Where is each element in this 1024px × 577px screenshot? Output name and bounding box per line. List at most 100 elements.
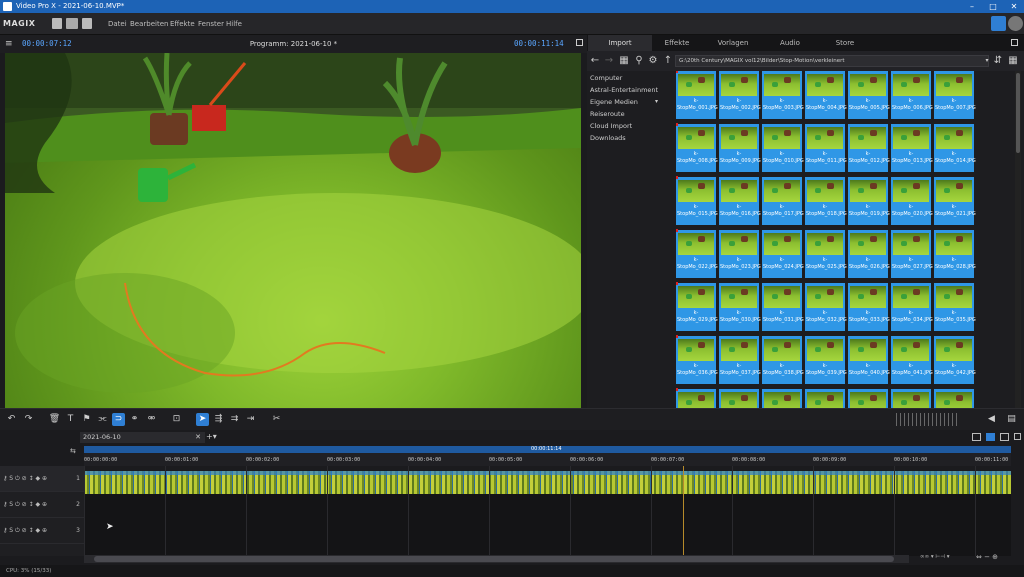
- media-thumbnail[interactable]: k-StopMo_030.JPG: [719, 283, 761, 331]
- view-mode-icon[interactable]: ▦: [618, 55, 630, 67]
- redo-icon[interactable]: ↷: [22, 413, 35, 426]
- media-thumbnail[interactable]: [762, 389, 802, 408]
- folder-downloads[interactable]: Downloads: [590, 134, 626, 142]
- media-thumbnail[interactable]: k-StopMo_042.JPG: [934, 336, 976, 384]
- scissors-icon[interactable]: ✂: [270, 413, 283, 426]
- trim-tool-icon[interactable]: ⇥: [244, 413, 257, 426]
- zoom-controls-icon[interactable]: ⇔ − ⊕: [976, 553, 998, 561]
- split-icon[interactable]: ⫘: [96, 413, 109, 426]
- timeline-scrollbar[interactable]: [84, 555, 909, 563]
- folder-computer[interactable]: Computer: [590, 74, 622, 82]
- delete-icon[interactable]: 🗑: [48, 413, 61, 426]
- timeline-fullscreen-icon[interactable]: [1014, 433, 1021, 440]
- media-thumbnail[interactable]: k-StopMo_012.JPG: [848, 124, 890, 172]
- ripple-tool-icon[interactable]: ⇶: [212, 413, 225, 426]
- media-thumbnail[interactable]: [805, 389, 845, 408]
- fullscreen-icon[interactable]: [576, 39, 583, 46]
- undo-icon[interactable]: ↶: [5, 413, 18, 426]
- media-thumbnail[interactable]: k-StopMo_004.JPG: [805, 71, 847, 119]
- media-thumbnail[interactable]: k-StopMo_009.JPG: [719, 124, 761, 172]
- media-thumbnail[interactable]: [848, 389, 888, 408]
- up-folder-icon[interactable]: ↑: [662, 55, 674, 67]
- back-arrow-icon[interactable]: ←: [589, 55, 601, 67]
- chain-icon[interactable]: ⚭: [128, 413, 141, 426]
- tab-store[interactable]: Store: [819, 35, 871, 51]
- media-thumbnail[interactable]: k-StopMo_035.JPG: [934, 283, 976, 331]
- media-thumbnail[interactable]: k-StopMo_011.JPG: [805, 124, 847, 172]
- close-tab-icon[interactable]: ✕: [195, 432, 201, 443]
- media-thumbnail[interactable]: [934, 389, 974, 408]
- track-controls-icon[interactable]: ⚷ S ⏻ ⊘ ↕ ◆ ⊕: [3, 475, 47, 483]
- mixer-icon[interactable]: ▤: [1005, 413, 1018, 426]
- media-thumbnail[interactable]: k-StopMo_005.JPG: [848, 71, 890, 119]
- playback-range-bar[interactable]: 00:00:11:14: [84, 446, 1011, 453]
- menu-datei[interactable]: Datei: [108, 20, 127, 28]
- marker-icon[interactable]: ⚑: [80, 413, 93, 426]
- media-thumbnail[interactable]: k-StopMo_010.JPG: [762, 124, 804, 172]
- folder-reiseroute[interactable]: Reiseroute: [590, 110, 625, 118]
- menu-hilfe[interactable]: Hilfe: [226, 20, 242, 28]
- multi-track-icon[interactable]: ⇉: [228, 413, 241, 426]
- timeline-view-icon[interactable]: [986, 433, 995, 441]
- media-thumbnail[interactable]: k-StopMo_001.JPG: [676, 71, 718, 119]
- media-thumbnail[interactable]: k-StopMo_033.JPG: [848, 283, 890, 331]
- media-thumbnail[interactable]: [719, 389, 759, 408]
- media-thumbnail[interactable]: k-StopMo_015.JPG: [676, 176, 718, 225]
- chevron-down-icon[interactable]: ▾: [655, 98, 658, 105]
- forward-arrow-icon[interactable]: →: [603, 55, 615, 67]
- media-thumbnail[interactable]: k-StopMo_029.JPG: [676, 282, 718, 331]
- zoom-level[interactable]: ∞∞ ▾ ⊢⊣ ▾: [920, 554, 950, 560]
- tab-effekte[interactable]: Effekte: [653, 35, 701, 51]
- storyboard-view-icon[interactable]: [972, 433, 981, 441]
- media-thumbnail[interactable]: k-StopMo_038.JPG: [762, 336, 804, 384]
- timeline-tab[interactable]: 2021-06-10 ✕: [80, 432, 205, 443]
- media-thumbnail[interactable]: k-StopMo_032.JPG: [805, 283, 847, 331]
- media-thumbnail[interactable]: k-StopMo_023.JPG: [719, 230, 761, 278]
- media-thumbnail[interactable]: k-StopMo_025.JPG: [805, 230, 847, 278]
- media-thumbnail[interactable]: k-StopMo_006.JPG: [891, 71, 933, 119]
- media-thumbnail[interactable]: k-StopMo_008.JPG: [676, 123, 718, 172]
- unlink-icon[interactable]: ⚮: [145, 413, 158, 426]
- settings-circle-icon[interactable]: [1008, 16, 1023, 31]
- video-frame[interactable]: [5, 53, 581, 410]
- empty-tracks[interactable]: [84, 494, 1011, 556]
- media-thumbnail[interactable]: k-StopMo_018.JPG: [805, 177, 847, 225]
- media-thumbnail[interactable]: [676, 388, 716, 408]
- media-scrollbar[interactable]: [1015, 71, 1021, 408]
- pointer-tool-icon[interactable]: ➤: [196, 413, 209, 426]
- media-thumbnail[interactable]: k-StopMo_027.JPG: [891, 230, 933, 278]
- media-thumbnail[interactable]: k-StopMo_028.JPG: [934, 230, 976, 278]
- media-thumbnail[interactable]: k-StopMo_016.JPG: [719, 177, 761, 225]
- menu-effekte[interactable]: Effekte: [170, 20, 195, 28]
- speaker-icon[interactable]: ◀: [985, 413, 998, 426]
- media-thumbnail[interactable]: k-StopMo_002.JPG: [719, 71, 761, 119]
- help-pin-icon[interactable]: [991, 16, 1006, 31]
- media-thumbnail[interactable]: k-StopMo_022.JPG: [676, 229, 718, 278]
- media-thumbnail[interactable]: k-StopMo_014.JPG: [934, 124, 976, 172]
- folder-eigene-medien[interactable]: Eigene Medien: [590, 98, 638, 106]
- gear-icon[interactable]: ⚙: [647, 55, 659, 67]
- media-thumbnail[interactable]: k-StopMo_026.JPG: [848, 230, 890, 278]
- menu-fenster[interactable]: Fenster: [198, 20, 224, 28]
- media-thumbnail[interactable]: [891, 389, 931, 408]
- save-icon[interactable]: [82, 18, 92, 29]
- menu-bearbeiten[interactable]: Bearbeiten: [130, 20, 168, 28]
- media-thumbnail[interactable]: k-StopMo_017.JPG: [762, 177, 804, 225]
- media-thumbnail[interactable]: k-StopMo_024.JPG: [762, 230, 804, 278]
- media-thumbnail[interactable]: k-StopMo_007.JPG: [934, 71, 976, 119]
- media-thumbnail[interactable]: k-StopMo_003.JPG: [762, 71, 804, 119]
- track-header-1[interactable]: ⚷ S ⏻ ⊘ ↕ ◆ ⊕ 1: [0, 466, 84, 492]
- folder-cloud-import[interactable]: Cloud Import: [590, 122, 632, 130]
- tab-vorlagen[interactable]: Vorlagen: [705, 35, 761, 51]
- media-thumbnail[interactable]: k-StopMo_013.JPG: [891, 124, 933, 172]
- track-header-3[interactable]: ⚷ S ⏻ ⊘ ↕ ◆ ⊕ 3: [0, 518, 84, 544]
- media-thumbnail[interactable]: k-StopMo_020.JPG: [891, 177, 933, 225]
- media-thumbnail[interactable]: k-StopMo_040.JPG: [848, 336, 890, 384]
- track-controls-icon[interactable]: ⚷ S ⏻ ⊘ ↕ ◆ ⊕: [3, 501, 47, 509]
- media-thumbnail[interactable]: k-StopMo_037.JPG: [719, 336, 761, 384]
- media-thumbnail[interactable]: k-StopMo_039.JPG: [805, 336, 847, 384]
- new-file-icon[interactable]: [52, 18, 62, 29]
- close-button[interactable]: ✕: [1004, 0, 1024, 13]
- path-field[interactable]: G:\20th Century\MAGIX vol12\Bilder\Stop-…: [675, 55, 989, 67]
- add-tab-icon[interactable]: +▾: [206, 432, 217, 441]
